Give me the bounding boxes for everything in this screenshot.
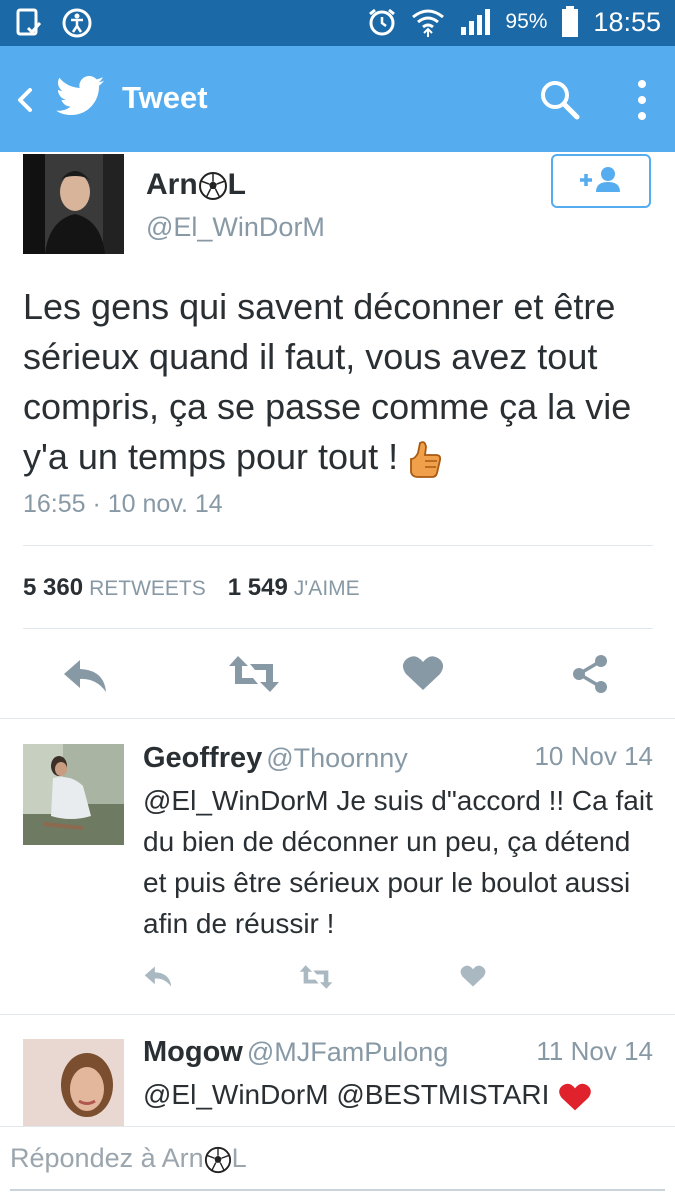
- signal-icon: [461, 9, 491, 35]
- author-avatar[interactable]: [23, 154, 124, 254]
- tweet-stats: 5 360 RETWEETS 1 549 J'AIME: [23, 574, 382, 602]
- battery-icon: [562, 6, 579, 37]
- overflow-menu-icon[interactable]: [628, 78, 656, 122]
- tablet-check-icon: [16, 8, 42, 36]
- battery-percent: 95%: [505, 10, 548, 33]
- alarm-icon: [369, 8, 396, 36]
- add-user-icon: [580, 167, 620, 192]
- likes-label[interactable]: J'AIME: [294, 577, 360, 600]
- red-heart-icon: [559, 1083, 591, 1111]
- reply-date: 11 Nov 14: [536, 1036, 653, 1066]
- app-bar: Tweet: [0, 46, 675, 152]
- separator: [0, 718, 675, 719]
- divider: [23, 628, 653, 629]
- search-icon[interactable]: [538, 78, 580, 120]
- heart-icon[interactable]: [460, 964, 486, 988]
- reply-author[interactable]: Mogow @MJFamPulong: [143, 1036, 448, 1069]
- page-title: Tweet: [122, 80, 208, 115]
- tweet-timestamp: 16:55 · 10 nov. 14: [23, 490, 223, 518]
- reply-text: @El_WinDorM @BESTMISTARI: [143, 1074, 655, 1115]
- reply-handle[interactable]: @Thoornny: [266, 743, 407, 773]
- reply-input[interactable]: Répondez à Arn L: [10, 1143, 247, 1174]
- soccer-ball-icon: [204, 1146, 231, 1173]
- heart-icon[interactable]: [402, 654, 444, 692]
- reply-input-bar[interactable]: Répondez à Arn L: [0, 1126, 675, 1201]
- reply-text: @El_WinDorM Je suis d"accord !! Ca fait …: [143, 785, 653, 939]
- status-bar: 95% 18:55: [0, 0, 675, 46]
- reply-author[interactable]: Geoffrey @Thoornny: [143, 742, 408, 775]
- reply-avatar[interactable]: [23, 744, 124, 845]
- input-underline: [10, 1189, 665, 1191]
- retweet-icon[interactable]: [228, 654, 280, 694]
- avatar-photo-icon: [23, 154, 124, 254]
- author-name[interactable]: Arn L: [146, 168, 246, 202]
- avatar-photo-icon: [23, 744, 124, 845]
- retweets-count[interactable]: 5 360: [23, 574, 83, 601]
- reply-avatar[interactable]: [23, 1039, 124, 1126]
- tweet-text: Les gens qui savent déconner et être sér…: [23, 282, 663, 482]
- likes-count[interactable]: 1 549: [228, 574, 288, 601]
- author-handle[interactable]: @El_WinDorM: [146, 212, 325, 243]
- reply-icon[interactable]: [62, 656, 108, 694]
- thumbs-up-icon: [410, 441, 442, 479]
- accessibility-icon: [62, 8, 92, 38]
- soccer-ball-icon: [198, 172, 227, 201]
- clock: 18:55: [593, 6, 661, 37]
- twitter-bird-icon[interactable]: [56, 75, 104, 117]
- divider: [23, 545, 653, 546]
- follow-button[interactable]: [551, 154, 651, 208]
- reply-handle[interactable]: @MJFamPulong: [247, 1037, 448, 1067]
- back-icon[interactable]: [10, 80, 40, 120]
- retweet-icon[interactable]: [299, 964, 333, 990]
- avatar-photo-icon: [23, 1039, 124, 1126]
- reply-date: 10 Nov 14: [534, 741, 653, 771]
- wifi-icon: [412, 9, 445, 37]
- share-icon[interactable]: [570, 654, 610, 694]
- separator: [0, 1014, 675, 1015]
- retweets-label[interactable]: RETWEETS: [89, 577, 206, 600]
- reply-icon[interactable]: [143, 964, 173, 988]
